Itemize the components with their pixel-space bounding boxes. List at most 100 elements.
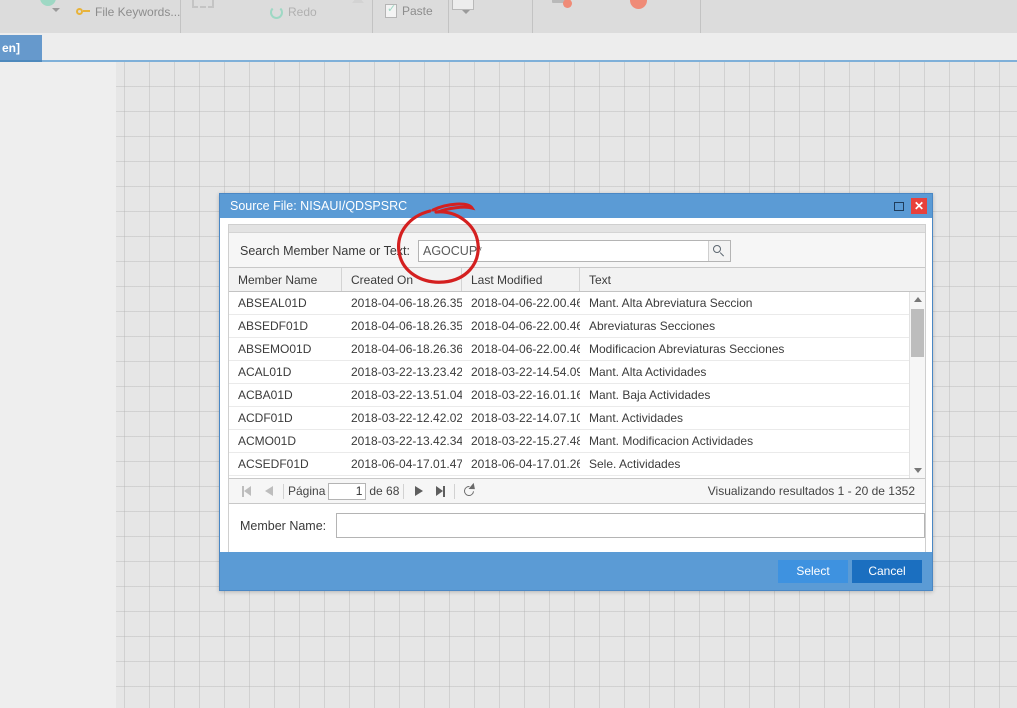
tab-strip-underline (42, 60, 1017, 62)
ribbon-stop-item[interactable] (630, 0, 647, 9)
cell-member-name: ACSEDF01D (238, 457, 309, 471)
tab-active-label: en] (2, 40, 20, 55)
scroll-up-button[interactable] (910, 292, 925, 307)
search-input-wrapper (417, 239, 731, 262)
chevron-down-icon (52, 8, 60, 12)
member-name-panel: Member Name: (229, 504, 925, 547)
previous-page-button[interactable] (258, 481, 279, 501)
close-icon: ✕ (911, 198, 927, 214)
member-name-label: Member Name: (240, 518, 327, 533)
page-number-input[interactable] (328, 482, 367, 500)
ribbon-divider-1 (180, 0, 181, 33)
cell-created-on: 2018-06-04-17.01.47 (351, 457, 462, 471)
ribbon-divider-4 (532, 0, 533, 33)
close-button[interactable]: ✕ (910, 197, 928, 215)
select-button[interactable]: Select (778, 559, 848, 583)
paste-icon (385, 2, 397, 18)
tab-active[interactable]: en] (0, 35, 42, 60)
cell-created-on: 2018-03-22-13.42.34 (351, 434, 462, 448)
table-row[interactable]: ABSEDF01D 2018-04-06-18.26.35 2018-04-06-2… (229, 315, 909, 338)
cell-member-name: ACMO01D (238, 434, 297, 448)
cell-last-modified: 2018-03-22-14.07.10 (471, 411, 580, 425)
column-header-text[interactable]: Text (580, 268, 925, 291)
first-page-button[interactable] (237, 481, 258, 501)
grid-vertical-scrollbar[interactable] (909, 292, 925, 478)
last-page-button[interactable] (429, 481, 450, 501)
table-row[interactable]: ACAL01D 2018-03-22-13.23.42 2018-03-22-14.… (229, 361, 909, 384)
cell-last-modified: 2018-06-04-17.01.26 (471, 457, 580, 471)
grid-body-wrapper: ABSEAL01D 2018-04-06-18.26.35 2018-04-06-2… (229, 292, 925, 478)
tab-strip-empty-area (42, 33, 1017, 60)
cell-created-on: 2018-04-06-18.26.36 (351, 342, 462, 356)
cell-last-modified: 2018-03-22-15.27.48 (471, 434, 580, 448)
ribbon-dropdown-caret-1[interactable] (52, 8, 60, 12)
ribbon-paste-button[interactable]: Paste (385, 2, 433, 18)
ribbon-divider-3 (448, 0, 449, 33)
search-button[interactable] (707, 240, 730, 261)
ribbon-status-circle (40, 0, 56, 6)
cell-last-modified: 2018-04-06-22.00.46 (471, 296, 580, 310)
ribbon-dashed-box-item[interactable] (192, 0, 214, 8)
stop-circle-icon (630, 0, 647, 9)
triangle-up-icon (913, 297, 922, 302)
cell-last-modified: 2018-03-22-14.54.09 (471, 365, 580, 379)
column-header-last-modified[interactable]: Last Modified (462, 268, 580, 291)
next-page-icon (414, 486, 423, 496)
ribbon-badge-item[interactable] (552, 0, 572, 8)
search-label: Search Member Name or Text: (240, 243, 410, 258)
cell-member-name: ACBA01D (238, 388, 293, 402)
refresh-button[interactable] (459, 481, 480, 501)
scrollbar-thumb[interactable] (911, 309, 924, 357)
pagination-toolbar: Página de 68 Visualizando resultados 1 -… (229, 478, 925, 504)
table-row[interactable]: ACDF01D 2018-03-22-12.42.02 2018-03-22-14.… (229, 407, 909, 430)
pager-divider-2 (403, 483, 405, 499)
dialog-footer: Select Cancel (220, 552, 932, 590)
restore-icon (894, 201, 904, 211)
cancel-button[interactable]: Cancel (852, 559, 922, 583)
cell-last-modified: 2018-04-06-22.00.46 (471, 342, 580, 356)
table-row[interactable]: ABSEMO01D 2018-04-06-18.26.36 2018-04-06-2… (229, 338, 909, 361)
column-header-member-name[interactable]: Member Name (229, 268, 342, 291)
key-icon (76, 5, 90, 19)
pager-page-label: Página (288, 484, 326, 498)
cell-text: Sele. Actividades (589, 457, 681, 471)
member-name-input[interactable] (336, 513, 925, 538)
rectangle-outline-icon (452, 0, 474, 10)
cell-last-modified: 2018-04-06-22.00.46 (471, 319, 580, 333)
cell-member-name: ABSEAL01D (238, 296, 307, 310)
table-row[interactable]: ACSEDF01D 2018-06-04-17.01.47 2018-06-04-1… (229, 453, 909, 476)
table-row[interactable]: ACMO01D 2018-03-22-13.42.34 2018-03-22-15.… (229, 430, 909, 453)
chevron-up-icon (352, 0, 364, 3)
ribbon-dropdown-caret-2[interactable] (462, 10, 470, 14)
table-row[interactable]: ABSEAL01D 2018-04-06-18.26.35 2018-04-06-2… (229, 292, 909, 315)
cell-created-on: 2018-04-06-18.26.35 (351, 319, 462, 333)
cell-text: Mant. Alta Actividades (589, 365, 707, 379)
search-input[interactable] (418, 240, 708, 261)
ribbon-rect-item[interactable] (452, 0, 474, 10)
cell-member-name: ACDF01D (238, 411, 293, 425)
restore-button[interactable] (890, 197, 908, 215)
pagination-status: Visualizando resultados 1 - 20 de 1352 (707, 484, 915, 498)
ribbon-toolbar: File Keywords... Redo Paste (0, 0, 1017, 33)
cell-text: Abreviaturas Secciones (589, 319, 716, 333)
dashed-box-icon (192, 0, 214, 8)
dialog-content: Search Member Name or Text: Member Name … (228, 224, 926, 554)
table-row[interactable]: ACBA01D 2018-03-22-13.51.04 2018-03-22-16.… (229, 384, 909, 407)
cell-member-name: ABSEMO01D (238, 342, 312, 356)
pager-divider-1 (283, 483, 284, 499)
tab-strip: en] (0, 33, 1017, 62)
search-panel-top-strip (229, 225, 925, 233)
cell-text: Mant. Alta Abreviatura Seccion (589, 296, 753, 310)
next-page-button[interactable] (408, 481, 429, 501)
ribbon-file-keywords-label: File Keywords... (95, 5, 181, 19)
dialog-title-bar[interactable]: Source File: NISAUI/QDSPSRC ✕ (220, 194, 932, 218)
triangle-down-icon (913, 468, 922, 473)
cell-member-name: ACAL01D (238, 365, 292, 379)
scroll-down-button[interactable] (910, 463, 925, 478)
ribbon-file-keywords-button[interactable]: File Keywords... (76, 5, 180, 19)
ribbon-chevron-up-item[interactable] (352, 0, 364, 3)
column-header-created-on[interactable]: Created On (342, 268, 462, 291)
cell-created-on: 2018-04-06-18.26.35 (351, 296, 462, 310)
ribbon-redo-button[interactable]: Redo (270, 5, 317, 19)
cell-text: Mant. Modificacion Actividades (589, 434, 754, 448)
